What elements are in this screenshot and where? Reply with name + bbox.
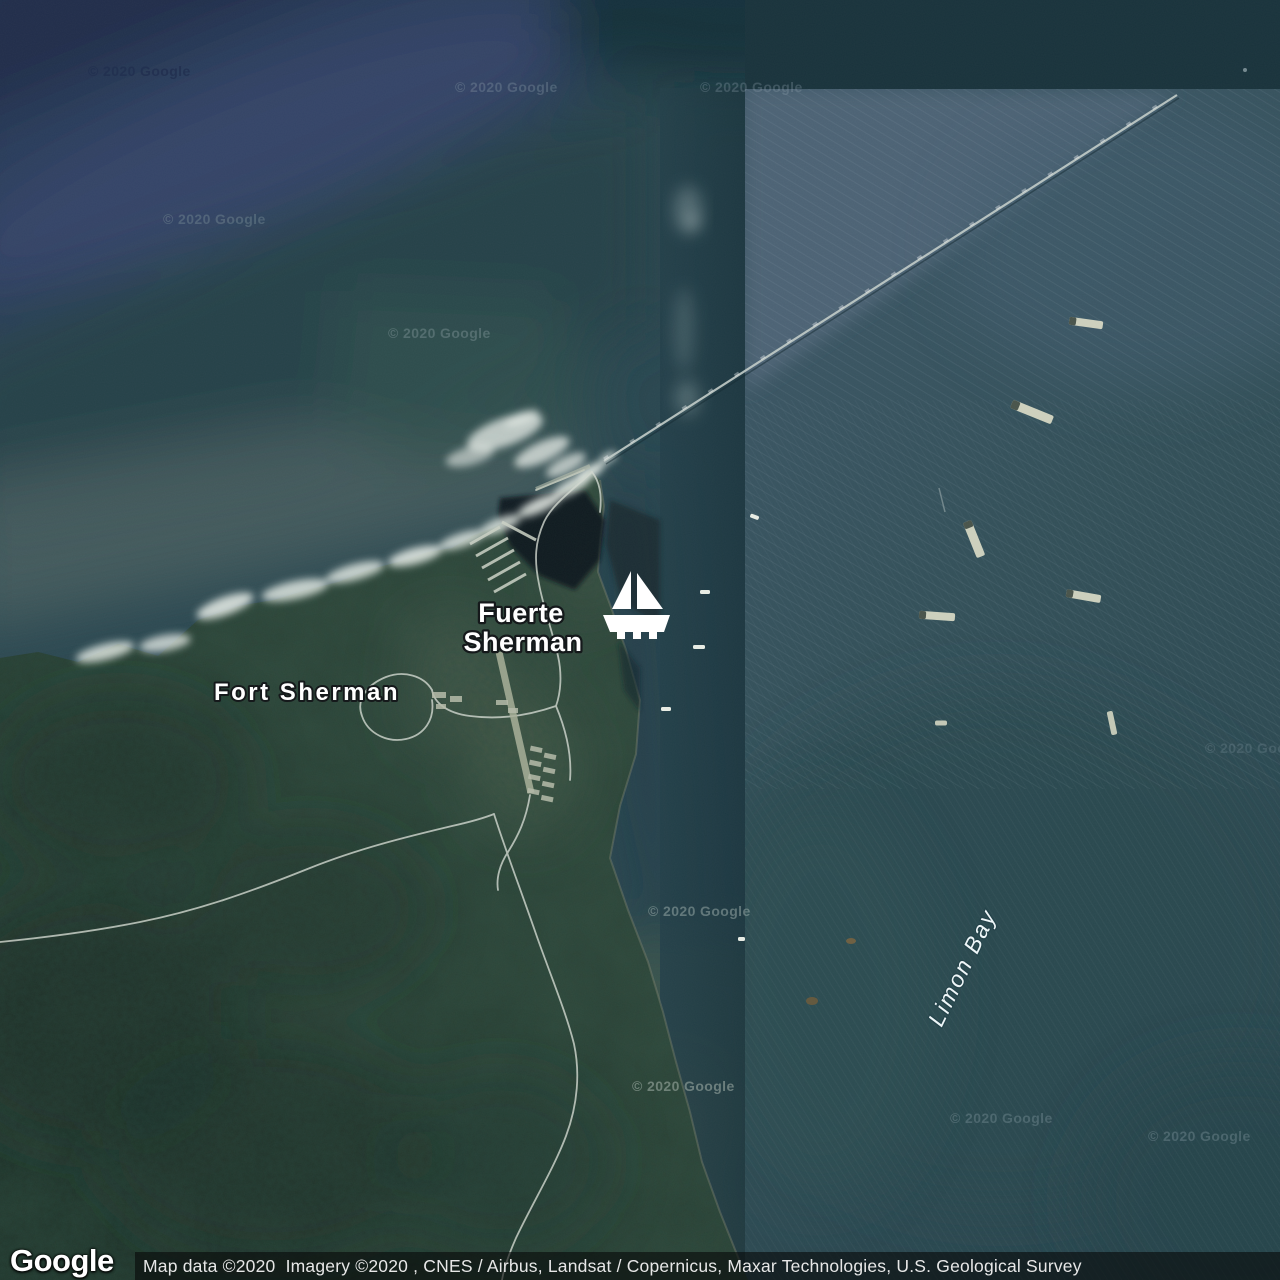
attribution-bar: Map data ©2020 Imagery ©2020 , CNES / Ai… <box>135 1252 1280 1280</box>
watermark-text: © 2020 Google <box>388 325 491 341</box>
watermark-text: © 2020 Googl <box>1205 740 1280 756</box>
satellite-map[interactable]: © 2020 Google © 2020 Google © 2020 Googl… <box>0 0 1280 1280</box>
google-logo[interactable]: Google <box>10 1243 114 1279</box>
watermark-text: © 2020 Google <box>632 1078 735 1094</box>
place-label-fort-sherman[interactable]: Fort Sherman <box>214 679 400 706</box>
watermark-text: © 2020 Google <box>648 903 751 919</box>
watermark-text: © 2020 Google <box>700 79 803 95</box>
map-viewport[interactable]: © 2020 Google © 2020 Google © 2020 Googl… <box>0 0 1280 1280</box>
place-label-fuerte-sherman-line2[interactable]: Sherman <box>463 627 582 657</box>
watermark-text: © 2020 Google <box>455 79 558 95</box>
watermark-text: © 2020 Google <box>950 1110 1053 1126</box>
place-label-fuerte-sherman-line1[interactable]: Fuerte <box>478 598 564 628</box>
watermark-text: © 2020 Google <box>1148 1128 1251 1144</box>
watermark-text: © 2020 Google <box>163 211 266 227</box>
watermark-text: © 2020 Google <box>88 63 191 79</box>
